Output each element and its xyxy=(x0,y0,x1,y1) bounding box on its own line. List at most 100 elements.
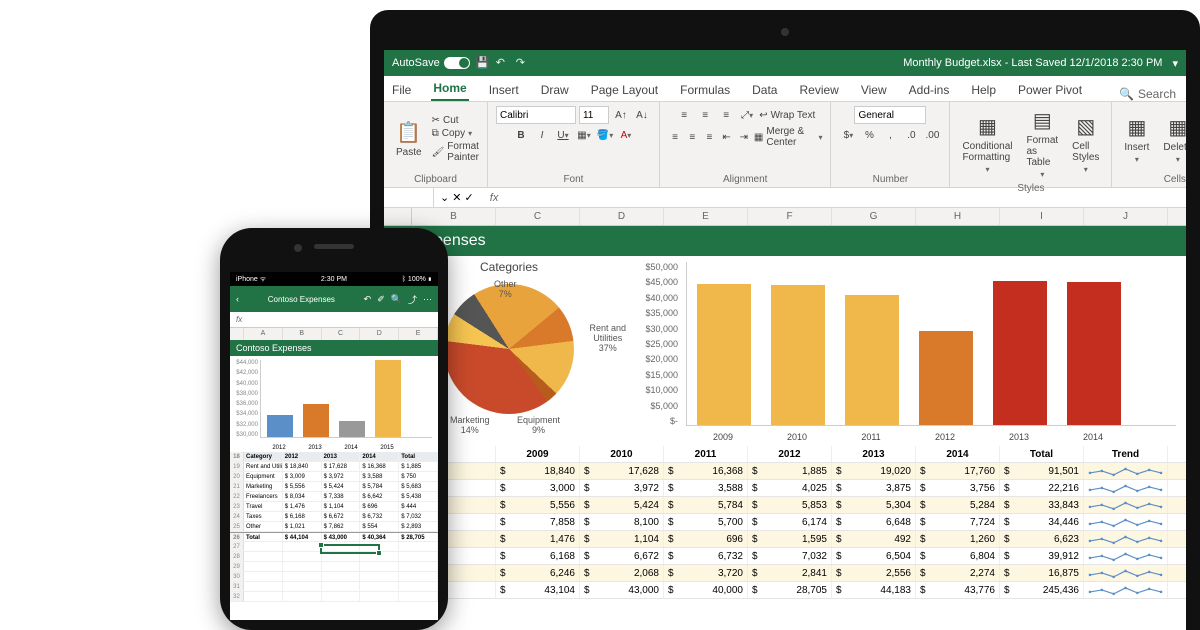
font-size-select[interactable] xyxy=(579,106,609,124)
col-header-B[interactable]: B xyxy=(412,208,496,225)
tab-power-pivot[interactable]: Power Pivot xyxy=(1016,79,1084,101)
share-icon[interactable]: ⤴ xyxy=(408,293,417,306)
tab-page-layout[interactable]: Page Layout xyxy=(589,79,660,101)
number-format-select[interactable] xyxy=(854,106,926,124)
autosave-toggle[interactable]: AutoSave xyxy=(392,57,470,69)
tab-file[interactable]: File xyxy=(390,79,413,101)
table-row[interactable]: 23Travel$ 1,476$ 1,104$ 696$ 444 xyxy=(230,502,438,512)
table-row[interactable]: 22Freelancers$ 8,034$ 7,338$ 6,642$ 5,43… xyxy=(230,492,438,502)
search-button[interactable]: 🔍 Search xyxy=(1119,87,1186,101)
table-row[interactable]: $6,168$6,672$6,732$7,032$6,504$6,804$39,… xyxy=(384,548,1186,565)
phone-data-table[interactable]: 18Category201220132014Total19Rent and Ut… xyxy=(230,452,438,602)
tab-view[interactable]: View xyxy=(859,79,889,101)
bar-chart[interactable]: $50,000$45,000$40,000$35,000$30,000$25,0… xyxy=(634,256,1186,446)
tab-formulas[interactable]: Formulas xyxy=(678,79,732,101)
charts-area: Categories Other7% Rent andUtilities37% … xyxy=(384,256,1186,446)
sparkline-icon xyxy=(1084,463,1168,479)
insert-icon: ▦ xyxy=(1127,115,1146,140)
wrap-text-button[interactable]: ↩Wrap Text xyxy=(759,110,815,121)
border-button[interactable]: ▦ xyxy=(575,126,593,144)
data-table[interactable]: 200920102011201220132014TotalTrendUtilit… xyxy=(384,446,1186,599)
format-table-button[interactable]: ▤Format as Table xyxy=(1023,106,1063,181)
table-row[interactable]: $5,556$5,424$5,784$5,853$5,304$5,284$33,… xyxy=(384,497,1186,514)
font-color-button[interactable]: A xyxy=(617,126,635,144)
table-row[interactable]: $1,476$1,104$696$1,595$492$1,260$6,623 xyxy=(384,531,1186,548)
more-icon[interactable]: ⋯ xyxy=(423,294,432,305)
align-bottom-icon[interactable]: ≡ xyxy=(717,106,735,124)
dec-decimal-button[interactable]: .00 xyxy=(923,126,941,144)
tab-data[interactable]: Data xyxy=(750,79,779,101)
currency-button[interactable]: $ xyxy=(839,126,857,144)
table-row[interactable]: 21Marketing$ 5,556$ 5,424$ 5,784$ 5,683 xyxy=(230,482,438,492)
chevron-down-icon[interactable]: ▾ xyxy=(1172,57,1178,70)
comma-button[interactable]: , xyxy=(881,126,899,144)
table-row[interactable]: 24Taxes$ 6,168$ 6,672$ 6,732$ 7,032 xyxy=(230,512,438,522)
fx-control[interactable]: ⌄ ✕ ✓ xyxy=(434,191,480,204)
paste-button[interactable]: 📋Paste xyxy=(392,118,426,160)
tab-insert[interactable]: Insert xyxy=(487,79,521,101)
underline-button[interactable]: U xyxy=(554,126,572,144)
table-row[interactable]: $43,104$43,000$40,000$28,705$44,183$43,7… xyxy=(384,582,1186,599)
name-box[interactable] xyxy=(384,188,434,207)
col-header-C[interactable]: C xyxy=(496,208,580,225)
col-header-I[interactable]: I xyxy=(1000,208,1084,225)
tab-help[interactable]: Help xyxy=(969,79,998,101)
cut-button[interactable]: ✂Cut xyxy=(432,115,479,126)
align-middle-icon[interactable]: ≡ xyxy=(696,106,714,124)
table-row[interactable]: 20Equipment$ 3,009$ 3,972$ 3,588$ 750 xyxy=(230,472,438,482)
save-icon[interactable]: 💾 xyxy=(476,56,490,70)
orientation-icon[interactable]: ⤢ xyxy=(738,106,756,124)
undo-icon[interactable]: ↶ xyxy=(364,294,372,305)
indent-right-icon[interactable]: ⇥ xyxy=(737,128,751,146)
tab-home[interactable]: Home xyxy=(431,77,468,101)
font-name-select[interactable] xyxy=(496,106,576,124)
align-top-icon[interactable]: ≡ xyxy=(675,106,693,124)
tab-review[interactable]: Review xyxy=(797,79,840,101)
table-row[interactable]: $7,858$8,100$5,700$6,174$6,648$7,724$34,… xyxy=(384,514,1186,531)
phone-formula-bar[interactable]: fx xyxy=(230,312,438,328)
undo-icon[interactable]: ↶ xyxy=(496,56,510,70)
table-row[interactable]: $6,246$2,068$3,720$2,841$2,556$2,274$16,… xyxy=(384,565,1186,582)
phone-bar-chart[interactable]: $44,000$42,000$40,000$38,000$36,000$34,0… xyxy=(230,356,438,452)
col-header-D[interactable]: D xyxy=(580,208,664,225)
percent-button[interactable]: % xyxy=(860,126,878,144)
pen-icon[interactable]: ✐ xyxy=(377,294,385,305)
tab-draw[interactable]: Draw xyxy=(539,79,571,101)
tab-add-ins[interactable]: Add-ins xyxy=(907,79,952,101)
cond-format-button[interactable]: ▦Conditional Formatting xyxy=(958,112,1016,176)
cell-selection[interactable] xyxy=(320,544,380,554)
copy-button[interactable]: ⧉Copy xyxy=(432,128,479,139)
align-right-icon[interactable]: ≡ xyxy=(702,128,716,146)
delete-button[interactable]: ▦Delete xyxy=(1159,113,1186,166)
align-center-icon[interactable]: ≡ xyxy=(685,128,699,146)
col-header-F[interactable]: F xyxy=(748,208,832,225)
indent-left-icon[interactable]: ⇤ xyxy=(720,128,734,146)
bold-button[interactable]: B xyxy=(512,126,530,144)
table-row[interactable]: 26Total$ 44,104$ 43,000$ 40,364$ 28,705 xyxy=(230,532,438,542)
format-painter-button[interactable]: 🖌Format Painter xyxy=(432,141,479,163)
select-all-corner[interactable] xyxy=(384,208,412,225)
back-icon[interactable]: ‹ xyxy=(236,294,239,304)
table-row[interactable]: 25Other$ 1,021$ 7,862$ 554$ 2,893 xyxy=(230,522,438,532)
col-header-H[interactable]: H xyxy=(916,208,1000,225)
col-header-J[interactable]: J xyxy=(1084,208,1168,225)
redo-icon[interactable]: ↷ xyxy=(516,56,530,70)
table-row[interactable]: $3,000$3,972$3,588$4,025$3,875$3,756$22,… xyxy=(384,480,1186,497)
inc-decimal-button[interactable]: .0 xyxy=(902,126,920,144)
align-left-icon[interactable]: ≡ xyxy=(668,128,682,146)
table-row[interactable]: Utilities$18,840$17,628$16,368$1,885$19,… xyxy=(384,463,1186,480)
insert-button[interactable]: ▦Insert xyxy=(1120,113,1153,166)
table-row[interactable]: 19Rent and Utilities$ 18,840$ 17,628$ 16… xyxy=(230,462,438,472)
autosave-label: AutoSave xyxy=(392,57,440,69)
search-icon[interactable]: 🔍 xyxy=(391,294,402,305)
merge-center-button[interactable]: ▦Merge & Center xyxy=(754,126,823,148)
cell-styles-button[interactable]: ▧Cell Styles xyxy=(1068,112,1103,176)
decrease-font-icon[interactable]: A↓ xyxy=(633,106,651,124)
toggle-switch-icon[interactable] xyxy=(444,57,470,69)
increase-font-icon[interactable]: A↑ xyxy=(612,106,630,124)
col-header-G[interactable]: G xyxy=(832,208,916,225)
col-header-E[interactable]: E xyxy=(664,208,748,225)
bar-series xyxy=(686,262,1176,426)
italic-button[interactable]: I xyxy=(533,126,551,144)
fill-color-button[interactable]: 🪣 xyxy=(596,126,614,144)
